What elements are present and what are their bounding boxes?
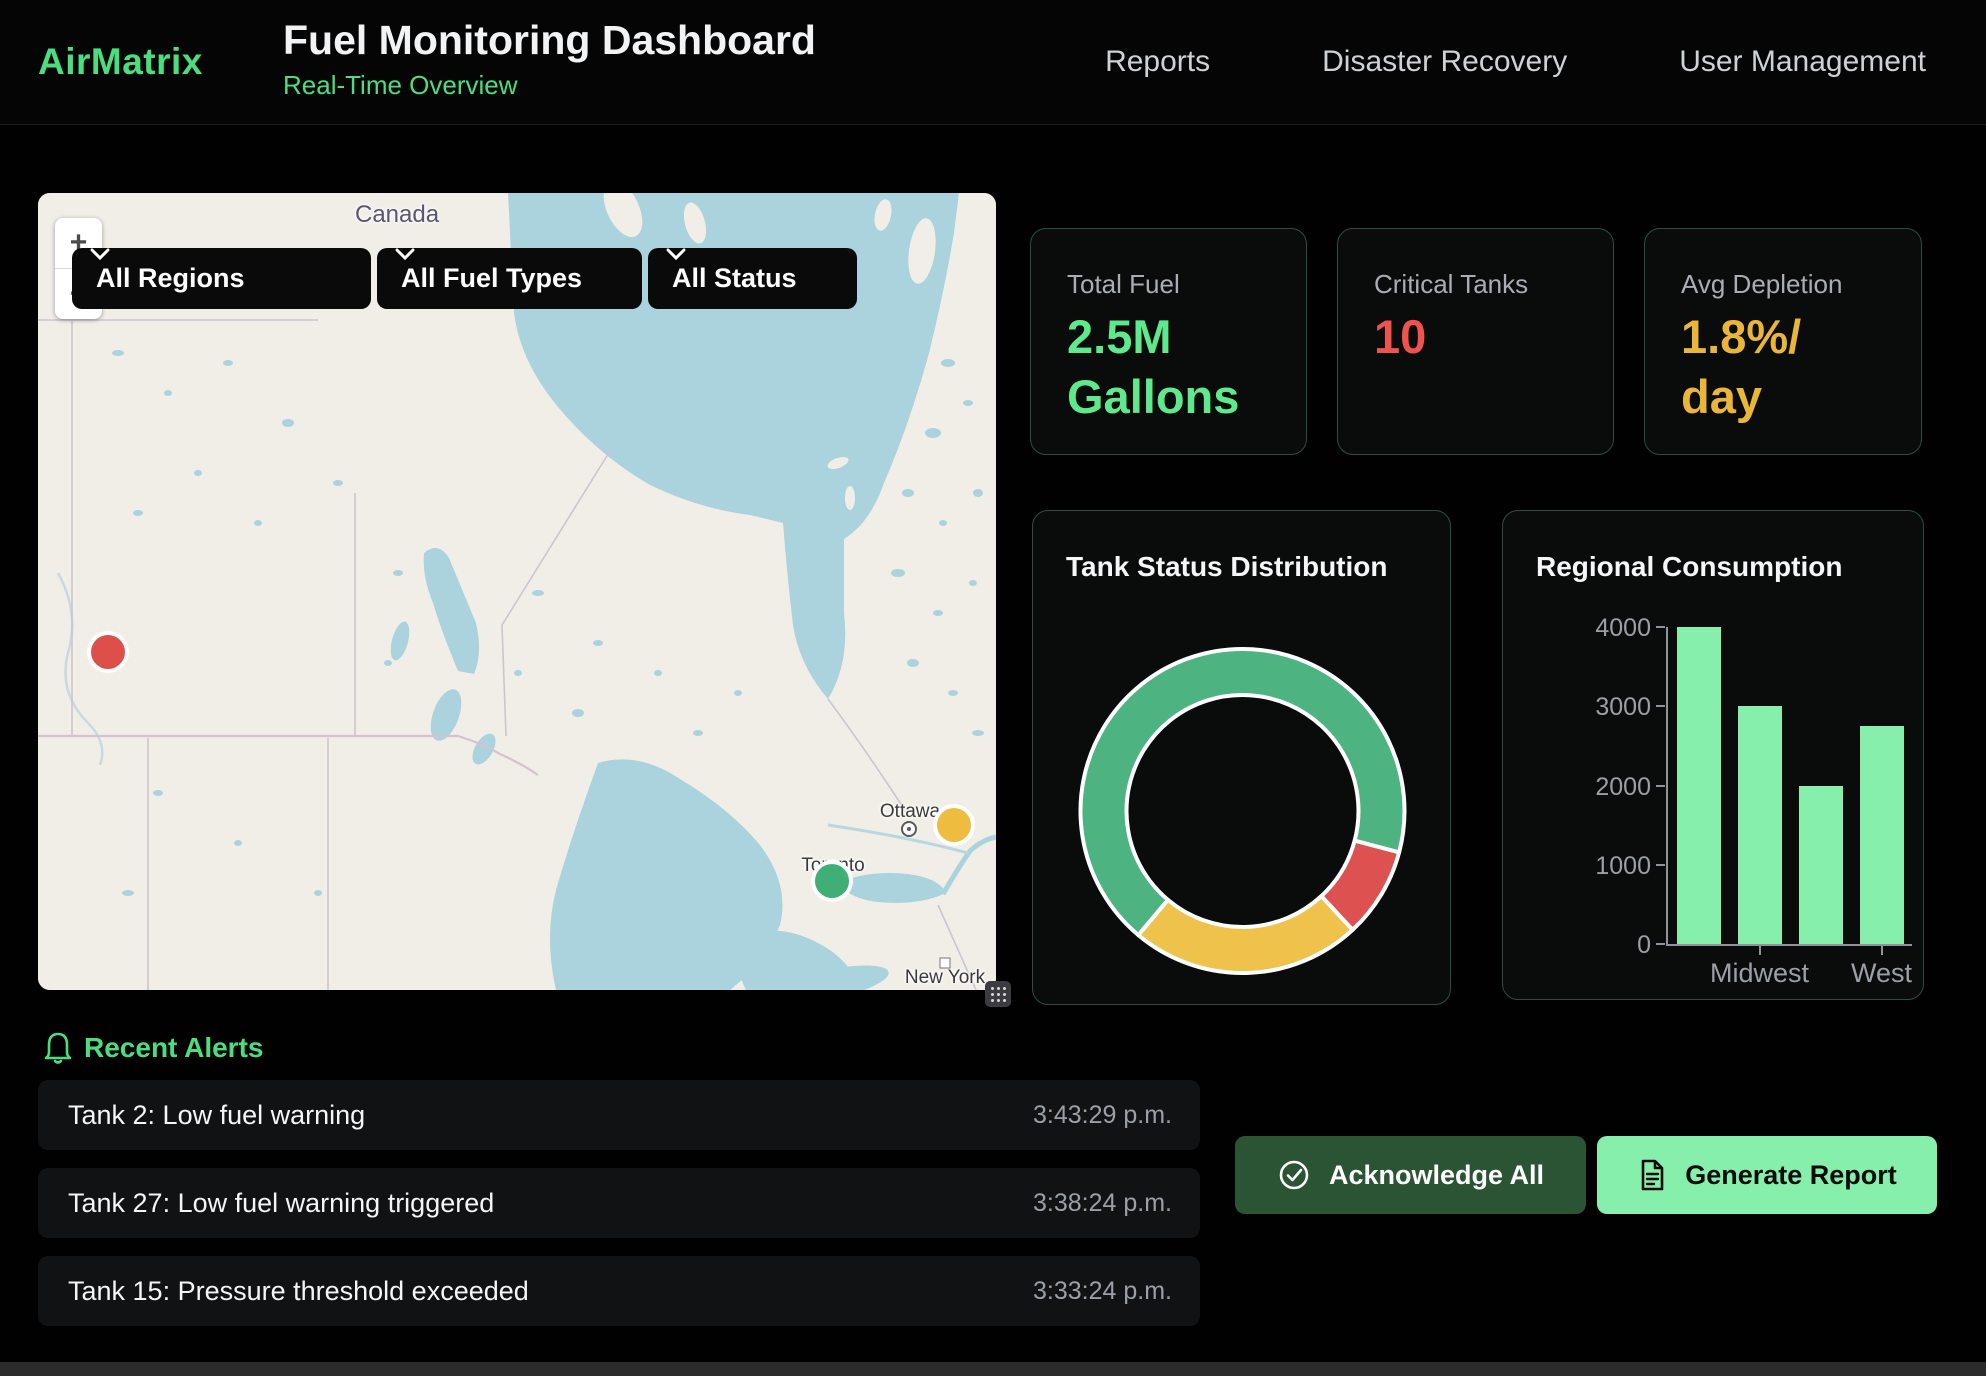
alert-row[interactable]: Tank 2: Low fuel warning 3:43:29 p.m. bbox=[38, 1080, 1200, 1150]
y-axis-tick-label: 4000 bbox=[1541, 614, 1651, 643]
region-filter-label: All Regions bbox=[96, 263, 245, 294]
region-filter-dropdown[interactable]: All Regions bbox=[72, 248, 371, 309]
consumption-bar bbox=[1738, 706, 1782, 944]
nav-user-management[interactable]: User Management bbox=[1679, 45, 1926, 79]
main-nav: Reports Disaster Recovery User Managemen… bbox=[1105, 0, 1926, 124]
map-city-label: New York bbox=[905, 967, 985, 989]
status-filter-label: All Status bbox=[672, 263, 797, 294]
stat-label: Total Fuel bbox=[1067, 269, 1180, 300]
map-filters: All Regions All Fuel Types All Status bbox=[38, 248, 996, 309]
alert-message: Tank 2: Low fuel warning bbox=[68, 1100, 365, 1131]
fuel-type-filter-label: All Fuel Types bbox=[401, 263, 582, 294]
map-marker-layer: OttawaTorontoNew York bbox=[38, 193, 996, 990]
map-panel[interactable]: Canada + − All Regions All Fuel Types Al… bbox=[38, 193, 996, 990]
stat-card-critical-tanks: Critical Tanks 10 bbox=[1337, 228, 1614, 455]
stat-value: 10 bbox=[1374, 307, 1426, 367]
bell-icon bbox=[42, 1030, 74, 1066]
check-circle-icon bbox=[1277, 1158, 1311, 1192]
alert-timestamp: 3:43:29 p.m. bbox=[1033, 1101, 1172, 1130]
map-town-marker bbox=[901, 821, 917, 837]
header: AirMatrix Fuel Monitoring Dashboard Real… bbox=[0, 0, 1986, 125]
page-title: Fuel Monitoring Dashboard bbox=[283, 16, 816, 64]
horizontal-scrollbar[interactable] bbox=[0, 1362, 1986, 1376]
map-city-label: Ottawa bbox=[880, 801, 940, 823]
generate-report-label: Generate Report bbox=[1685, 1160, 1897, 1191]
consumption-bar bbox=[1860, 726, 1904, 944]
brand-logo[interactable]: AirMatrix bbox=[38, 0, 203, 124]
stat-card-total-fuel: Total Fuel 2.5MGallons bbox=[1030, 228, 1307, 455]
y-axis-tick-mark bbox=[1656, 943, 1665, 945]
y-axis-tick-label: 3000 bbox=[1541, 693, 1651, 722]
doughnut-segment-warning bbox=[1138, 896, 1352, 973]
alert-row[interactable]: Tank 15: Pressure threshold exceeded 3:3… bbox=[38, 1256, 1200, 1326]
acknowledge-all-label: Acknowledge All bbox=[1329, 1160, 1544, 1191]
y-axis-tick-mark bbox=[1656, 864, 1665, 866]
stat-value: 2.5MGallons bbox=[1067, 307, 1239, 427]
alert-timestamp: 3:38:24 p.m. bbox=[1033, 1189, 1172, 1218]
title-block: Fuel Monitoring Dashboard Real-Time Over… bbox=[283, 16, 816, 101]
recent-alerts-heading: Recent Alerts bbox=[84, 1030, 263, 1066]
tank-marker-warning[interactable] bbox=[937, 808, 971, 842]
acknowledge-all-button[interactable]: Acknowledge All bbox=[1235, 1136, 1586, 1214]
status-filter-dropdown[interactable]: All Status bbox=[648, 248, 857, 309]
tank-marker-normal[interactable] bbox=[815, 864, 849, 898]
x-axis-tick-label: West bbox=[1812, 958, 1952, 989]
stat-value: 1.8%/day bbox=[1681, 307, 1801, 427]
tank-status-doughnut-chart bbox=[1033, 576, 1452, 1006]
map-resize-handle[interactable] bbox=[985, 981, 1011, 1007]
alert-row[interactable]: Tank 27: Low fuel warning triggered 3:38… bbox=[38, 1168, 1200, 1238]
alert-message: Tank 27: Low fuel warning triggered bbox=[68, 1188, 494, 1219]
alert-message: Tank 15: Pressure threshold exceeded bbox=[68, 1276, 529, 1307]
regional-consumption-card: Regional Consumption 01000200030004000Mi… bbox=[1502, 510, 1924, 1000]
nav-disaster-recovery[interactable]: Disaster Recovery bbox=[1322, 45, 1567, 79]
chevron-down-icon bbox=[90, 248, 110, 260]
chevron-down-icon bbox=[666, 248, 686, 260]
y-axis-tick-mark bbox=[1656, 626, 1665, 628]
generate-report-button[interactable]: Generate Report bbox=[1597, 1136, 1937, 1214]
y-axis-tick-mark bbox=[1656, 705, 1665, 707]
nav-reports[interactable]: Reports bbox=[1105, 45, 1210, 79]
stat-label: Avg Depletion bbox=[1681, 269, 1842, 300]
y-axis-tick-label: 2000 bbox=[1541, 773, 1651, 802]
chevron-down-icon bbox=[395, 248, 415, 260]
alert-timestamp: 3:33:24 p.m. bbox=[1033, 1277, 1172, 1306]
x-axis-tick-label: Midwest bbox=[1690, 958, 1830, 989]
document-icon bbox=[1637, 1158, 1667, 1192]
consumption-bar bbox=[1677, 627, 1721, 944]
tank-status-distribution-card: Tank Status Distribution bbox=[1032, 510, 1451, 1005]
bar-plot-area bbox=[1666, 627, 1912, 946]
tank-marker-critical[interactable] bbox=[91, 635, 125, 669]
stat-card-avg-depletion: Avg Depletion 1.8%/day bbox=[1644, 228, 1922, 455]
y-axis-tick-mark bbox=[1656, 785, 1665, 787]
page-subtitle: Real-Time Overview bbox=[283, 70, 816, 101]
y-axis-tick-label: 0 bbox=[1541, 931, 1651, 960]
consumption-bar bbox=[1799, 786, 1843, 945]
fuel-type-filter-dropdown[interactable]: All Fuel Types bbox=[377, 248, 642, 309]
x-axis-tick-mark bbox=[1881, 946, 1883, 955]
x-axis-tick-mark bbox=[1759, 946, 1761, 955]
stat-label: Critical Tanks bbox=[1374, 269, 1528, 300]
map-town-marker bbox=[940, 958, 951, 969]
regional-consumption-bar-chart: 01000200030004000MidwestWest bbox=[1503, 511, 1923, 999]
y-axis-tick-label: 1000 bbox=[1541, 852, 1651, 881]
